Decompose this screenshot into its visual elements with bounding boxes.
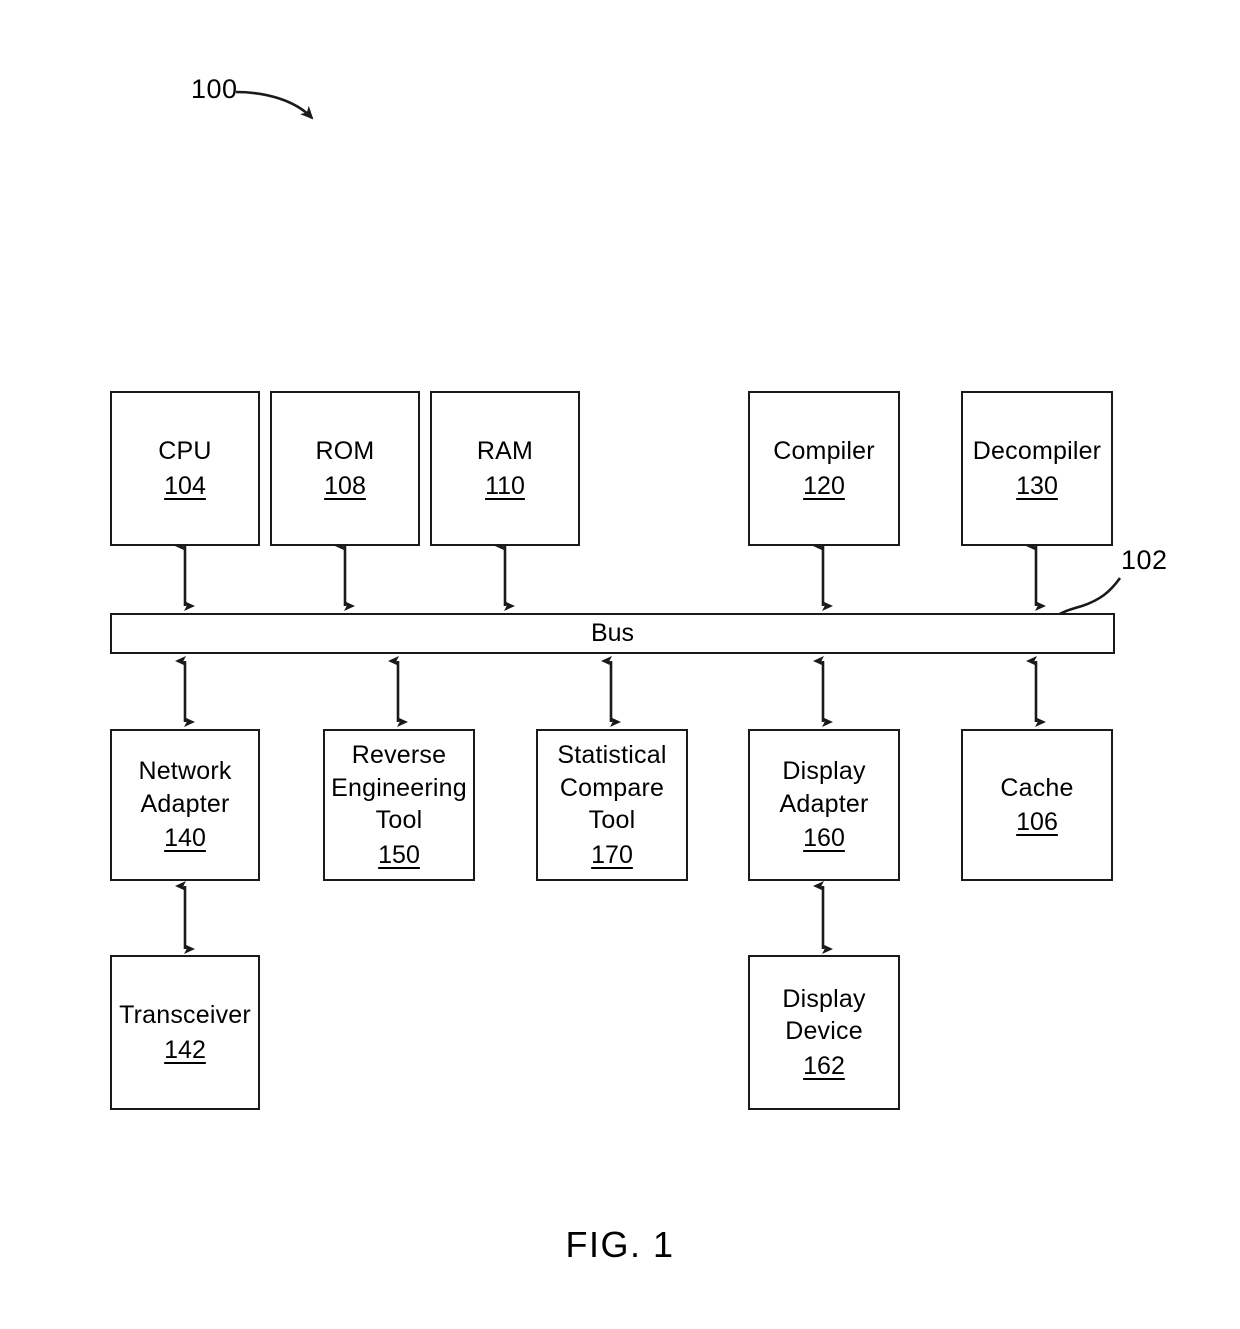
node-decompiler-ref: 130 <box>1016 471 1058 500</box>
node-compiler[interactable]: Compiler 120 <box>748 391 900 546</box>
node-cpu-label: CPU <box>158 437 212 465</box>
bus-connectors-top <box>175 541 1046 611</box>
node-cache-ref: 106 <box>1016 808 1058 836</box>
device-connectors <box>175 881 833 954</box>
node-network-adapter-ref: 140 <box>164 824 206 853</box>
node-cpu[interactable]: CPU 104 <box>110 391 260 546</box>
node-rom-ref: 108 <box>324 471 366 500</box>
bus-label: Bus <box>590 619 635 647</box>
node-rom-label: ROM <box>315 437 375 465</box>
node-reverse-engineering-tool-label: Reverse Engineering Tool <box>331 741 467 834</box>
node-ram[interactable]: RAM 110 <box>430 391 580 546</box>
bus-leader-line <box>1054 577 1122 619</box>
node-cache-label: Cache <box>1000 773 1074 802</box>
node-statistical-compare-tool-ref: 170 <box>591 840 633 869</box>
patent-figure: 100 102 CPU 104 ROM 108 RAM 110 Compiler… <box>0 0 1240 1329</box>
system-leader-line <box>235 90 314 120</box>
figure-caption: FIG. 1 <box>565 1224 675 1265</box>
node-cache[interactable]: Cache 106 <box>961 729 1113 881</box>
bus-bar[interactable]: Bus <box>110 613 1115 654</box>
node-ram-ref: 110 <box>485 471 525 500</box>
node-transceiver-ref: 142 <box>164 1035 206 1064</box>
node-display-device[interactable]: Display Device 162 <box>748 955 900 1110</box>
node-network-adapter[interactable]: Network Adapter 140 <box>110 729 260 881</box>
node-transceiver-label: Transceiver <box>119 1001 251 1029</box>
node-compiler-ref: 120 <box>803 471 845 500</box>
node-cpu-ref: 104 <box>164 471 206 500</box>
node-decompiler-label: Decompiler <box>972 437 1102 465</box>
node-rom[interactable]: ROM 108 <box>270 391 420 546</box>
node-compiler-label: Compiler <box>773 437 875 465</box>
node-display-device-ref: 162 <box>803 1051 845 1080</box>
bus-reference-102: 102 <box>1121 545 1168 575</box>
connector-layer <box>175 90 1122 954</box>
node-statistical-compare-tool-label: Statistical Compare Tool <box>557 741 667 834</box>
system-reference-100: 100 <box>191 74 238 104</box>
node-display-adapter-ref: 160 <box>803 824 845 853</box>
node-decompiler[interactable]: Decompiler 130 <box>961 391 1113 546</box>
node-display-adapter-label: Display Adapter <box>779 757 869 818</box>
node-display-adapter[interactable]: Display Adapter 160 <box>748 729 900 881</box>
node-statistical-compare-tool[interactable]: Statistical Compare Tool 170 <box>536 729 688 881</box>
bus-connectors-bottom <box>175 656 1046 727</box>
node-transceiver[interactable]: Transceiver 142 <box>110 955 260 1110</box>
node-display-device-label: Display Device <box>782 984 866 1046</box>
node-network-adapter-label: Network Adapter <box>138 757 232 818</box>
node-reverse-engineering-tool[interactable]: Reverse Engineering Tool 150 <box>323 729 475 881</box>
node-ram-label: RAM <box>476 437 534 465</box>
node-reverse-engineering-tool-ref: 150 <box>378 840 420 869</box>
